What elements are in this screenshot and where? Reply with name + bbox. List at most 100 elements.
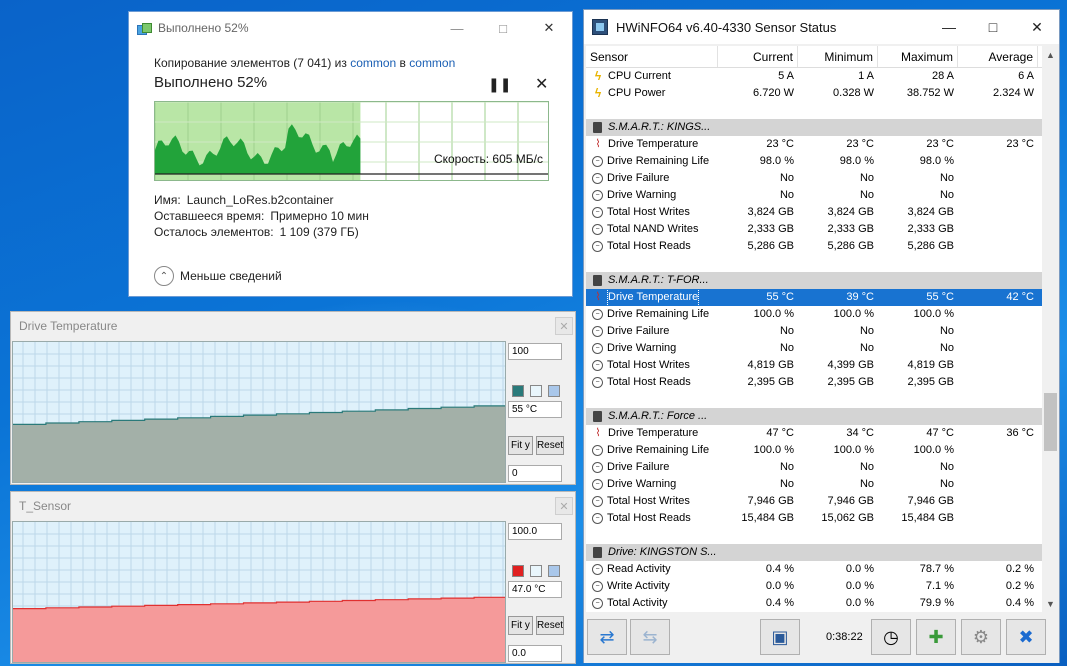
less-details-toggle[interactable]: ⌃ Меньше сведений (154, 266, 282, 286)
table-row[interactable]: − Drive Warning No No No (586, 476, 1042, 493)
close-icon[interactable]: ✕ (555, 497, 573, 515)
copy-dialog-titlebar[interactable]: Выполнено 52% — □ ✕ (129, 12, 572, 44)
reset-button[interactable]: Reset (536, 436, 564, 455)
current-value: 2,333 GB (747, 223, 794, 235)
grid-color-swatch[interactable] (548, 385, 560, 397)
table-row[interactable]: − Total Host Writes 4,819 GB 4,399 GB 4,819 … (586, 357, 1042, 374)
table-row[interactable]: − Total Host Reads 15,484 GB 15,062 GB 15,48… (586, 510, 1042, 527)
sensor-group-row[interactable]: S.M.A.R.T.: Force ... (586, 408, 1042, 425)
sensor-group-row[interactable]: Drive: KINGSTON S... (586, 544, 1042, 561)
grid-color-swatch[interactable] (548, 565, 560, 577)
drive-icon (593, 122, 602, 133)
gauge-circle-icon: − (592, 377, 603, 388)
minimum-value: No (859, 189, 874, 201)
hwinfo-app-icon (592, 19, 608, 35)
table-row[interactable]: − Total Host Reads 5,286 GB 5,286 GB 5,286 G… (586, 238, 1042, 255)
table-spacer (586, 527, 1042, 544)
sensor-group-row[interactable]: S.M.A.R.T.: T-FOR... (586, 272, 1042, 289)
background-color-swatch[interactable] (530, 385, 542, 397)
gauge-circle-icon: − (592, 445, 603, 456)
destination-link[interactable]: common (409, 56, 455, 70)
line-color-swatch[interactable] (512, 565, 524, 577)
table-row[interactable]: − Total Host Writes 7,946 GB 7,946 GB 7,946 … (586, 493, 1042, 510)
column-header-average[interactable]: Average (958, 46, 1038, 67)
close-icon[interactable]: ✖ (1006, 619, 1046, 655)
fit-y-button[interactable]: Fit y (508, 436, 533, 455)
current-value: 3,824 GB (747, 206, 794, 218)
source-link[interactable]: common (350, 56, 396, 70)
sensor-rows: ϟ CPU Current 5 A 1 A 28 A 6 A ϟ CPU Power 6.720… (586, 68, 1042, 612)
elapsed-timer: 0:38:22 (826, 631, 863, 643)
minimum-value: No (859, 478, 874, 490)
close-button[interactable]: ✕ (526, 13, 572, 43)
drive-icon (593, 275, 602, 286)
maximize-button[interactable]: □ (971, 10, 1015, 44)
table-row[interactable]: − Read Activity 0.4 % 0.0 % 78.7 % 0.2 % (586, 561, 1042, 578)
table-row[interactable]: − Total Host Reads 2,395 GB 2,395 GB 2,395 G… (586, 374, 1042, 391)
sensor-row-selected[interactable]: ⌇ Drive Temperature 55 °C 39 °C 55 °C 42 °C (586, 289, 1042, 306)
reset-button[interactable]: Reset (536, 616, 564, 635)
sensor-name: Drive Temperature (608, 427, 699, 439)
table-row[interactable]: − Drive Failure No No No (586, 170, 1042, 187)
gauge-circle-icon: − (592, 326, 603, 337)
table-row[interactable]: − Total NAND Writes 2,333 GB 2,333 GB 2,333 … (586, 221, 1042, 238)
table-row[interactable]: − Write Activity 0.0 % 0.0 % 7.1 % 0.2 % (586, 578, 1042, 595)
close-button[interactable]: ✕ (1015, 10, 1059, 44)
table-row[interactable]: − Drive Remaining Life 100.0 % 100.0 % 100.0… (586, 442, 1042, 459)
table-row[interactable]: ⌇ Drive Temperature 47 °C 34 °C 47 °C 36 °C (586, 425, 1042, 442)
table-row[interactable]: − Drive Warning No No No (586, 340, 1042, 357)
column-header-minimum[interactable]: Minimum (798, 46, 878, 67)
collapse-arrows-icon[interactable]: ⇆ (630, 619, 670, 655)
copy-summary-mid: в (396, 56, 410, 70)
drive-icon (593, 547, 602, 558)
table-spacer (586, 391, 1042, 408)
minimum-value: 2,333 GB (827, 223, 874, 235)
sensor-name: Total Host Writes (607, 495, 690, 507)
navigate-arrows-icon[interactable]: ⇄ (587, 619, 627, 655)
current-value: 100.0 % (753, 308, 794, 320)
pause-icon[interactable]: ❚❚ (488, 76, 511, 93)
scroll-up-icon[interactable]: ▲ (1042, 46, 1059, 63)
minimize-button[interactable]: — (927, 10, 971, 44)
gear-icon[interactable]: ⚙ (961, 619, 1001, 655)
file-name-value: Launch_LoRes.b2container (186, 193, 334, 207)
column-header-maximum[interactable]: Maximum (878, 46, 958, 67)
close-icon[interactable]: ✕ (535, 74, 548, 94)
sensor-table-scrollbar[interactable]: ▲ ▼ (1042, 46, 1059, 612)
minimize-button[interactable]: — (434, 13, 480, 43)
gauge-circle-icon: − (592, 309, 603, 320)
current-value: 6.720 W (753, 87, 794, 99)
sensor-group-row[interactable]: S.M.A.R.T.: KINGS... (586, 119, 1042, 136)
current-value: 5,286 GB (747, 240, 794, 252)
hwinfo-titlebar[interactable]: HWiNFO64 v6.40-4330 Sensor Status — □ ✕ (584, 10, 1059, 44)
column-header-sensor[interactable]: Sensor (586, 46, 718, 67)
table-row[interactable]: − Drive Remaining Life 98.0 % 98.0 % 98.0 % (586, 153, 1042, 170)
clock-icon[interactable]: ◷ (871, 619, 911, 655)
maximize-button[interactable]: □ (480, 13, 526, 43)
gauge-circle-icon: − (592, 598, 603, 609)
table-row[interactable]: − Drive Remaining Life 100.0 % 100.0 % 100.0… (586, 306, 1042, 323)
table-row[interactable]: − Drive Warning No No No (586, 187, 1042, 204)
gauge-circle-icon: − (592, 564, 603, 575)
table-row[interactable]: − Total Activity 0.4 % 0.0 % 79.9 % 0.4 % (586, 595, 1042, 612)
add-report-icon[interactable]: ✚ (916, 619, 956, 655)
scroll-down-icon[interactable]: ▼ (1042, 595, 1059, 612)
network-icon[interactable]: ▣ (760, 619, 800, 655)
line-color-swatch[interactable] (512, 385, 524, 397)
table-row[interactable]: − Drive Failure No No No (586, 459, 1042, 476)
fit-y-button[interactable]: Fit y (508, 616, 533, 635)
table-row[interactable]: ϟ CPU Current 5 A 1 A 28 A 6 A (586, 68, 1042, 85)
current-value: No (779, 325, 794, 337)
column-header-current[interactable]: Current (718, 46, 798, 67)
minimum-value: 39 °C (846, 291, 874, 303)
table-row[interactable]: ⌇ Drive Temperature 23 °C 23 °C 23 °C 23 °C (586, 136, 1042, 153)
table-row[interactable]: − Total Host Writes 3,824 GB 3,824 GB 3,824 … (586, 204, 1042, 221)
time-remaining-row: Оставшееся время: Примерно 10 мин (154, 209, 369, 223)
close-icon[interactable]: ✕ (555, 317, 573, 335)
background-color-swatch[interactable] (530, 565, 542, 577)
table-row[interactable]: ϟ CPU Power 6.720 W 0.328 W 38.752 W 2.324 W (586, 85, 1042, 102)
minimum-value: 0.0 % (845, 597, 874, 609)
scrollbar-thumb[interactable] (1044, 393, 1057, 451)
average-value (958, 476, 1038, 493)
table-row[interactable]: − Drive Failure No No No (586, 323, 1042, 340)
